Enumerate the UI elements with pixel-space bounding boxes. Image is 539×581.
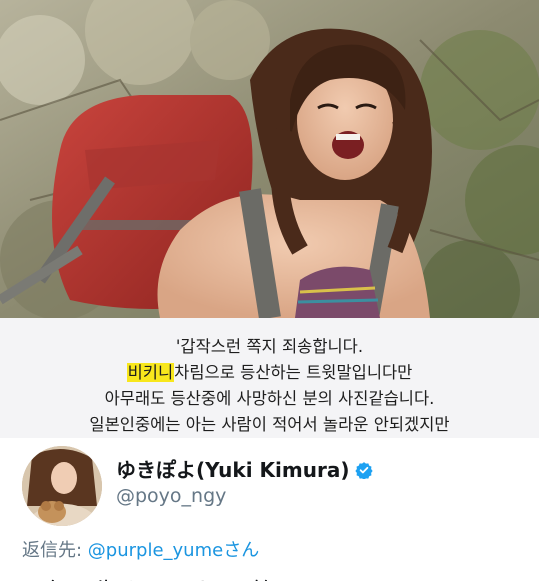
handle[interactable]: @poyo_ngy bbox=[116, 485, 226, 507]
display-name[interactable]: ゆきぽよ(Yuki Kimura) bbox=[116, 454, 374, 483]
reply-context: 返信先: @purple_yumeさん bbox=[22, 536, 259, 562]
tweet-text: 元気に生きてます。 (笑) bbox=[22, 572, 285, 581]
avatar[interactable] bbox=[22, 446, 102, 526]
caption-block: '갑작스런 쪽지 죄송합니다. 비키니차림으로 등산하는 트윗말입니다만 아무래… bbox=[0, 318, 539, 438]
verified-badge-icon bbox=[355, 460, 374, 480]
caption-line-2-rest: 차림으로 등산하는 트윗말입니다만 bbox=[174, 363, 413, 382]
tweet-card: ゆきぽよ(Yuki Kimura) @poyo_ngy 返信先: @purple… bbox=[0, 438, 539, 581]
reply-label: 返信先: bbox=[22, 540, 88, 561]
caption-line-3: 아무래도 등산중에 사망하신 분의 사진같습니다. bbox=[104, 389, 435, 408]
hiking-photo bbox=[0, 0, 539, 318]
caption-line-2: 비키니차림으로 등산하는 트윗말입니다만 bbox=[0, 360, 539, 386]
caption-highlight: 비키니 bbox=[126, 363, 175, 382]
caption-line-1: '갑작스런 쪽지 죄송합니다. bbox=[175, 337, 364, 356]
caption-line-4: 일본인중에는 아는 사람이 적어서 놀라운 안되겠지만 bbox=[89, 415, 450, 434]
display-name-text[interactable]: ゆきぽよ(Yuki Kimura) bbox=[116, 458, 349, 482]
reply-to-link[interactable]: @purple_yume bbox=[88, 540, 223, 561]
reply-suffix: さん bbox=[223, 540, 260, 561]
